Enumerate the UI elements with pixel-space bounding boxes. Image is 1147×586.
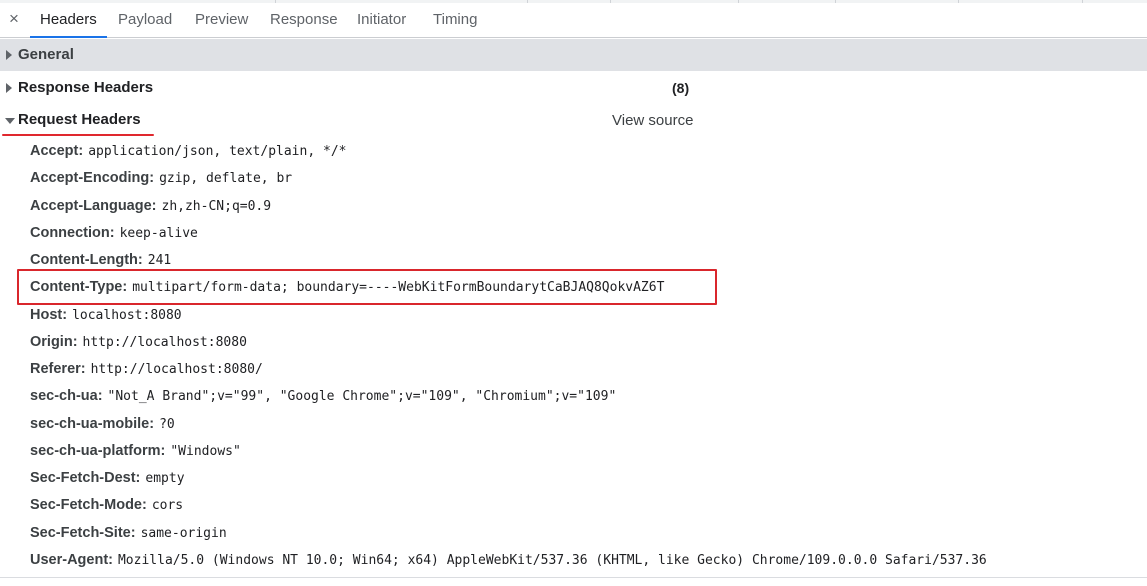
request-header-row: Sec-Fetch-Mode: cors [30, 493, 183, 517]
header-name: Accept-Language: [30, 198, 157, 214]
header-name: Accept: [30, 143, 84, 159]
request-header-row: Host: localhost:8080 [30, 303, 182, 327]
header-name: Sec-Fetch-Mode: [30, 497, 147, 513]
header-name: Host: [30, 307, 68, 323]
collapse-arrow-icon [5, 118, 15, 124]
request-header-row: Origin: http://localhost:8080 [30, 330, 247, 354]
header-value: keep-alive [119, 226, 198, 241]
header-name: Connection: [30, 225, 115, 241]
header-value: http://localhost:8080 [82, 335, 247, 350]
request-header-row: Sec-Fetch-Dest: empty [30, 466, 185, 490]
tab-response[interactable]: Response [260, 3, 348, 37]
tab-payload[interactable]: Payload [108, 3, 182, 37]
request-header-row: User-Agent: Mozilla/5.0 (Windows NT 10.0;… [30, 548, 987, 572]
annotation-underline [2, 134, 154, 136]
request-header-row: sec-ch-ua-platform: "Windows" [30, 439, 241, 463]
column-divider [1082, 0, 1083, 3]
header-value: http://localhost:8080/ [90, 362, 263, 377]
header-name: Referer: [30, 361, 86, 377]
header-name: sec-ch-ua: [30, 388, 103, 404]
header-value: "Windows" [170, 444, 241, 459]
header-value: cors [151, 498, 184, 513]
section-response-headers-header[interactable]: Response Headers (8) [0, 72, 1147, 104]
request-header-row: Referer: http://localhost:8080/ [30, 357, 263, 381]
header-name: Accept-Encoding: [30, 170, 155, 186]
request-header-row: sec-ch-ua: "Not_A Brand";v="99", "Google … [30, 384, 616, 408]
request-header-row: Accept: application/json, text/plain, */* [30, 139, 346, 163]
section-response-headers-title: Response Headers [18, 79, 154, 96]
header-value: application/json, text/plain, */* [88, 144, 347, 159]
response-headers-count: (8) [672, 80, 690, 96]
section-general-title: General [18, 46, 74, 63]
header-name: User-Agent: [30, 552, 113, 568]
annotation-highlight-box [17, 269, 717, 305]
view-source-link[interactable]: View source [612, 112, 693, 129]
header-name: sec-ch-ua-platform: [30, 443, 166, 459]
tab-headers[interactable]: Headers [30, 3, 107, 38]
request-header-row: Accept-Language: zh,zh-CN;q=0.9 [30, 194, 271, 218]
column-divider [527, 0, 528, 3]
header-name: Content-Length: [30, 252, 143, 268]
request-header-row: Sec-Fetch-Site: same-origin [30, 521, 227, 545]
devtools-tab-bar: × Headers Payload Preview Response Initi… [0, 0, 1147, 38]
header-value: localhost:8080 [72, 308, 182, 323]
column-divider [610, 0, 611, 3]
header-name: Origin: [30, 334, 78, 350]
request-header-row: Accept-Encoding: gzip, deflate, br [30, 166, 292, 190]
column-divider [958, 0, 959, 3]
header-value: "Not_A Brand";v="99", "Google Chrome";v=… [107, 389, 617, 404]
column-divider [835, 0, 836, 3]
request-header-row: Connection: keep-alive [30, 221, 198, 245]
section-general-header[interactable]: General [0, 39, 1147, 71]
close-icon[interactable]: × [4, 8, 24, 30]
tab-timing[interactable]: Timing [423, 3, 487, 37]
expand-arrow-icon [6, 83, 12, 93]
header-name: sec-ch-ua-mobile: [30, 416, 155, 432]
section-request-headers-header[interactable]: Request Headers View source [0, 104, 1147, 136]
header-name: Sec-Fetch-Dest: [30, 470, 141, 486]
header-value: Mozilla/5.0 (Windows NT 10.0; Win64; x64… [117, 553, 987, 568]
panel-bottom-border [0, 577, 1147, 578]
request-header-row: sec-ch-ua-mobile: ?0 [30, 412, 175, 436]
header-value: same-origin [140, 526, 227, 541]
header-value: ?0 [159, 417, 175, 432]
header-name: Sec-Fetch-Site: [30, 525, 136, 541]
header-value: empty [145, 471, 185, 486]
header-value: gzip, deflate, br [159, 171, 293, 186]
tab-initiator[interactable]: Initiator [347, 3, 416, 37]
header-value: 241 [147, 253, 172, 268]
tab-preview[interactable]: Preview [185, 3, 258, 37]
expand-arrow-icon [6, 50, 12, 60]
header-value: zh,zh-CN;q=0.9 [161, 199, 272, 214]
section-request-headers-title: Request Headers [18, 111, 141, 128]
column-divider [738, 0, 739, 3]
